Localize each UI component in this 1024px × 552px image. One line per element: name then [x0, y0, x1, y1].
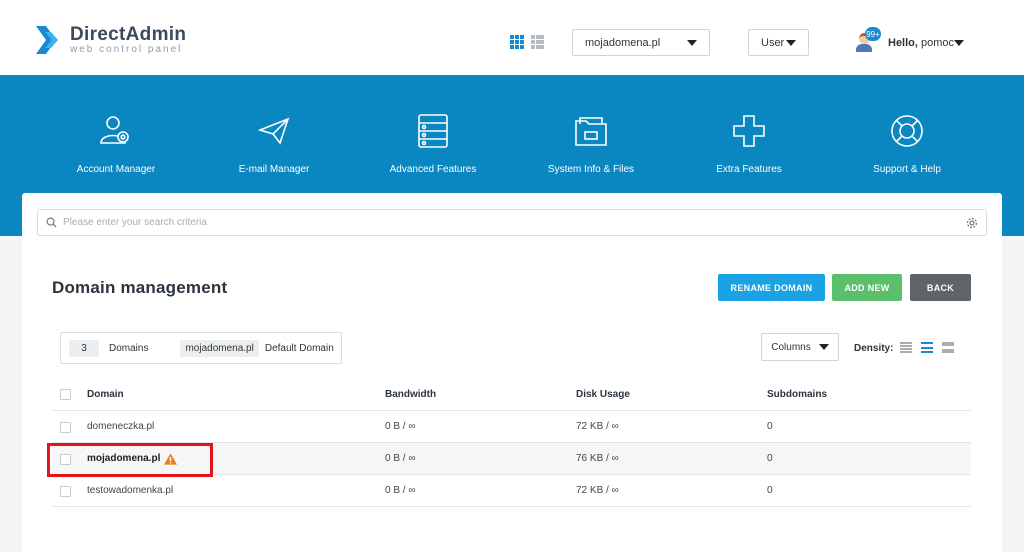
subdomains-value: 0 — [767, 453, 773, 464]
grid-view-icon[interactable] — [510, 35, 524, 49]
nav-label: Support & Help — [873, 164, 941, 175]
density-normal-icon[interactable] — [921, 342, 933, 353]
user-select-value: User — [761, 36, 785, 49]
disk-usage-value: 76 KB / ∞ — [576, 453, 619, 464]
directadmin-logo[interactable]: DirectAdmin web control panel — [36, 24, 186, 56]
columns-label: Columns — [771, 341, 811, 353]
page-title: Domain management — [52, 278, 228, 297]
search-input[interactable] — [63, 217, 966, 228]
folder-icon — [575, 117, 607, 146]
chevron-down-icon — [786, 39, 796, 46]
username: pomoc — [921, 37, 955, 49]
bandwidth-value: 0 B / ∞ — [385, 453, 416, 464]
header-disk-usage[interactable]: Disk Usage — [576, 378, 630, 410]
subdomains-value: 0 — [767, 485, 773, 496]
logo-title: DirectAdmin — [70, 24, 187, 45]
top-header: DirectAdmin web control panel mojadomena… — [0, 0, 1024, 75]
domain-link[interactable]: domeneczka.pl — [87, 411, 154, 442]
nav-label: E-mail Manager — [238, 164, 310, 175]
domain-summary: 3 Domains mojadomena.pl Default Domain — [60, 332, 342, 364]
nav-label: Account Manager — [76, 164, 156, 175]
nav-system-info-files[interactable]: System Info & Files — [516, 113, 666, 175]
header-subdomains[interactable]: Subdomains — [767, 378, 827, 410]
chevron-down-icon — [818, 344, 829, 350]
domain-count: 3 — [69, 339, 99, 357]
lifebuoy-icon — [891, 115, 923, 147]
greeting-label: Hello, — [888, 37, 918, 49]
row-checkbox[interactable] — [60, 485, 71, 497]
plus-icon — [733, 115, 765, 147]
domain-select-value: mojadomena.pl — [585, 36, 661, 49]
rename-domain-button[interactable]: RENAME DOMAIN — [718, 274, 825, 301]
table-row: testowadomenka.pl 0 B / ∞ 72 KB / ∞ 0 — [52, 475, 971, 507]
logo-chevron-icon — [36, 26, 58, 54]
nav-label: Advanced Features — [389, 164, 477, 175]
gear-icon[interactable] — [966, 217, 978, 229]
list-view-icon[interactable] — [531, 35, 544, 49]
subdomains-value: 0 — [767, 421, 773, 432]
nav-email-manager[interactable]: E-mail Manager — [199, 113, 349, 175]
default-domain-value: mojadomena.pl — [180, 339, 259, 357]
nav-label: System Info & Files — [547, 164, 635, 175]
domain-link[interactable]: testowadomenka.pl — [87, 475, 173, 506]
columns-dropdown[interactable]: Columns — [761, 333, 839, 361]
header-domain[interactable]: Domain — [87, 378, 124, 410]
paper-plane-icon — [257, 117, 290, 145]
nav-extra-features[interactable]: Extra Features — [674, 113, 824, 175]
nav-support-help[interactable]: Support & Help — [832, 113, 982, 175]
nav-label: Extra Features — [716, 164, 782, 175]
disk-usage-value: 72 KB / ∞ — [576, 421, 619, 432]
back-button[interactable]: BACK — [910, 274, 971, 301]
user-greeting[interactable]: Hello, pomoc — [888, 37, 954, 49]
bandwidth-value: 0 B / ∞ — [385, 485, 416, 496]
row-checkbox[interactable] — [60, 421, 71, 433]
logo-subtitle: web control panel — [70, 44, 183, 55]
nav-advanced-features[interactable]: Advanced Features — [358, 113, 508, 175]
server-icon — [418, 114, 448, 148]
density-label: Density: — [854, 343, 894, 354]
table-row: domeneczka.pl 0 B / ∞ 72 KB / ∞ 0 — [52, 411, 971, 443]
account-manager-icon — [100, 116, 129, 144]
chevron-down-icon — [687, 39, 697, 46]
user-level-select[interactable]: User — [748, 29, 809, 56]
domain-select[interactable]: mojadomena.pl — [572, 29, 710, 56]
notification-badge[interactable]: 99+ — [865, 27, 881, 41]
density-comfortable-icon[interactable] — [942, 342, 954, 353]
select-all-checkbox[interactable] — [60, 389, 71, 400]
domain-count-label: Domains — [109, 342, 149, 354]
search-bar[interactable] — [37, 209, 987, 236]
bandwidth-value: 0 B / ∞ — [385, 421, 416, 432]
search-icon — [46, 217, 57, 228]
content-card: Domain management RENAME DOMAIN ADD NEW … — [22, 193, 1002, 552]
highlight-annotation-box — [47, 443, 213, 477]
default-domain-label: Default Domain — [264, 342, 334, 354]
table-header-row: Domain Bandwidth Disk Usage Subdomains — [52, 378, 971, 411]
user-menu-chevron-icon[interactable] — [954, 40, 964, 46]
density-compact-icon[interactable] — [900, 342, 912, 353]
disk-usage-value: 72 KB / ∞ — [576, 485, 619, 496]
nav-account-manager[interactable]: Account Manager — [41, 113, 191, 175]
header-bandwidth[interactable]: Bandwidth — [385, 378, 436, 410]
add-new-button[interactable]: ADD NEW — [832, 274, 902, 301]
